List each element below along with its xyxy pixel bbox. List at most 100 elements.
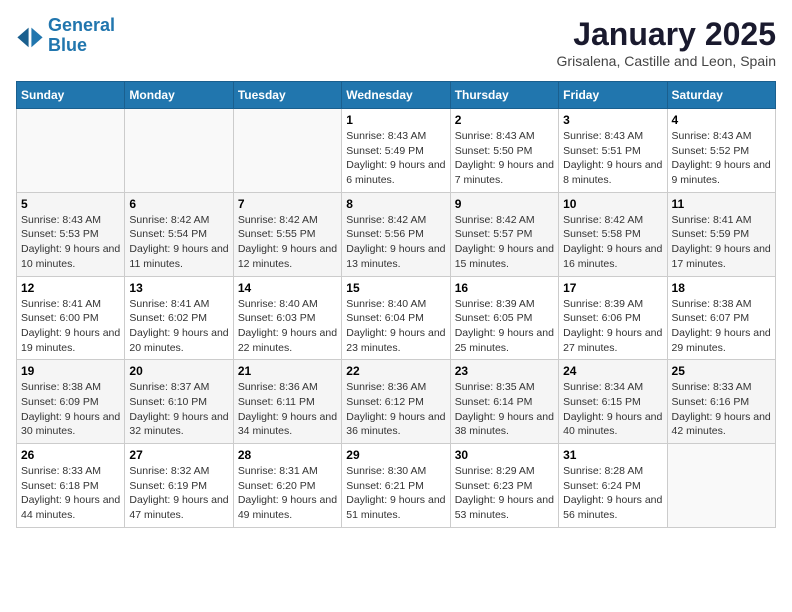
calendar-cell: 20 Sunrise: 8:37 AMSunset: 6:10 PMDayligh… xyxy=(125,360,233,444)
calendar-cell: 21 Sunrise: 8:36 AMSunset: 6:11 PMDayligh… xyxy=(233,360,341,444)
day-info: Sunrise: 8:42 AMSunset: 5:56 PMDaylight:… xyxy=(346,213,445,272)
calendar-cell: 15 Sunrise: 8:40 AMSunset: 6:04 PMDayligh… xyxy=(342,276,450,360)
calendar-cell: 25Sunrise: 8:33 AMSunset: 6:16 PMDayligh… xyxy=(667,360,775,444)
month-title: January 2025 xyxy=(557,16,776,53)
calendar-cell: 26Sunrise: 8:33 AMSunset: 6:18 PMDayligh… xyxy=(17,444,125,528)
day-number: 8 xyxy=(346,197,445,211)
calendar-cell xyxy=(233,109,341,193)
calendar-cell: 2Sunrise: 8:43 AMSunset: 5:50 PMDaylight… xyxy=(450,109,558,193)
week-row-3: 12 Sunrise: 8:41 AMSunset: 6:00 PMDayligh… xyxy=(17,276,776,360)
week-row-5: 26Sunrise: 8:33 AMSunset: 6:18 PMDayligh… xyxy=(17,444,776,528)
logo-text: General Blue xyxy=(48,16,115,56)
day-number: 4 xyxy=(672,113,771,127)
day-info: Sunrise: 8:38 AMSunset: 6:07 PMDaylight:… xyxy=(672,297,771,356)
calendar-cell: 30 Sunrise: 8:29 AMSunset: 6:23 PMDayligh… xyxy=(450,444,558,528)
day-info: Sunrise: 8:39 AMSunset: 6:06 PMDaylight:… xyxy=(563,297,662,356)
calendar-cell: 11Sunrise: 8:41 AMSunset: 5:59 PMDayligh… xyxy=(667,192,775,276)
day-info: Sunrise: 8:29 AMSunset: 6:23 PMDaylight:… xyxy=(455,464,554,523)
calendar-cell: 4 Sunrise: 8:43 AMSunset: 5:52 PMDaylight… xyxy=(667,109,775,193)
calendar-cell xyxy=(667,444,775,528)
calendar-cell xyxy=(125,109,233,193)
day-info: Sunrise: 8:41 AMSunset: 6:00 PMDaylight:… xyxy=(21,297,120,356)
location-subtitle: Grisalena, Castille and Leon, Spain xyxy=(557,53,776,69)
logo: General Blue xyxy=(16,16,115,56)
logo-line2: Blue xyxy=(48,35,87,55)
day-info: Sunrise: 8:42 AMSunset: 5:57 PMDaylight:… xyxy=(455,213,554,272)
calendar-cell: 5Sunrise: 8:43 AMSunset: 5:53 PMDaylight… xyxy=(17,192,125,276)
day-number: 18 xyxy=(672,281,771,295)
day-number: 29 xyxy=(346,448,445,462)
calendar-cell: 14Sunrise: 8:40 AMSunset: 6:03 PMDayligh… xyxy=(233,276,341,360)
day-number: 26 xyxy=(21,448,120,462)
day-info: Sunrise: 8:40 AMSunset: 6:04 PMDaylight:… xyxy=(346,297,445,356)
weekday-monday: Monday xyxy=(125,82,233,109)
day-info: Sunrise: 8:42 AMSunset: 5:58 PMDaylight:… xyxy=(563,213,662,272)
calendar-cell: 18 Sunrise: 8:38 AMSunset: 6:07 PMDayligh… xyxy=(667,276,775,360)
weekday-header-row: SundayMondayTuesdayWednesdayThursdayFrid… xyxy=(17,82,776,109)
weekday-saturday: Saturday xyxy=(667,82,775,109)
day-number: 31 xyxy=(563,448,662,462)
day-number: 17 xyxy=(563,281,662,295)
day-number: 24 xyxy=(563,364,662,378)
week-row-1: 1 Sunrise: 8:43 AMSunset: 5:49 PMDaylight… xyxy=(17,109,776,193)
weekday-wednesday: Wednesday xyxy=(342,82,450,109)
day-number: 21 xyxy=(238,364,337,378)
day-info: Sunrise: 8:28 AMSunset: 6:24 PMDaylight:… xyxy=(563,464,662,523)
day-number: 25 xyxy=(672,364,771,378)
calendar-cell: 23 Sunrise: 8:35 AMSunset: 6:14 PMDayligh… xyxy=(450,360,558,444)
day-info: Sunrise: 8:43 AMSunset: 5:52 PMDaylight:… xyxy=(672,129,771,188)
calendar-table: SundayMondayTuesdayWednesdayThursdayFrid… xyxy=(16,81,776,528)
calendar-cell: 22Sunrise: 8:36 AMSunset: 6:12 PMDayligh… xyxy=(342,360,450,444)
day-number: 3 xyxy=(563,113,662,127)
day-info: Sunrise: 8:34 AMSunset: 6:15 PMDaylight:… xyxy=(563,380,662,439)
day-number: 23 xyxy=(455,364,554,378)
calendar-cell: 7 Sunrise: 8:42 AMSunset: 5:55 PMDaylight… xyxy=(233,192,341,276)
calendar-cell: 17 Sunrise: 8:39 AMSunset: 6:06 PMDayligh… xyxy=(559,276,667,360)
calendar-cell: 8 Sunrise: 8:42 AMSunset: 5:56 PMDaylight… xyxy=(342,192,450,276)
day-info: Sunrise: 8:43 AMSunset: 5:51 PMDaylight:… xyxy=(563,129,662,188)
calendar-cell: 16Sunrise: 8:39 AMSunset: 6:05 PMDayligh… xyxy=(450,276,558,360)
day-info: Sunrise: 8:39 AMSunset: 6:05 PMDaylight:… xyxy=(455,297,554,356)
calendar-cell: 24 Sunrise: 8:34 AMSunset: 6:15 PMDayligh… xyxy=(559,360,667,444)
day-number: 30 xyxy=(455,448,554,462)
day-number: 27 xyxy=(129,448,228,462)
weekday-thursday: Thursday xyxy=(450,82,558,109)
day-info: Sunrise: 8:30 AMSunset: 6:21 PMDaylight:… xyxy=(346,464,445,523)
calendar-cell: 12 Sunrise: 8:41 AMSunset: 6:00 PMDayligh… xyxy=(17,276,125,360)
day-info: Sunrise: 8:42 AMSunset: 5:55 PMDaylight:… xyxy=(238,213,337,272)
calendar-cell: 27 Sunrise: 8:32 AMSunset: 6:19 PMDayligh… xyxy=(125,444,233,528)
day-number: 20 xyxy=(129,364,228,378)
day-info: Sunrise: 8:36 AMSunset: 6:12 PMDaylight:… xyxy=(346,380,445,439)
calendar-cell: 13 Sunrise: 8:41 AMSunset: 6:02 PMDayligh… xyxy=(125,276,233,360)
calendar-cell: 3 Sunrise: 8:43 AMSunset: 5:51 PMDaylight… xyxy=(559,109,667,193)
day-info: Sunrise: 8:35 AMSunset: 6:14 PMDaylight:… xyxy=(455,380,554,439)
weekday-friday: Friday xyxy=(559,82,667,109)
day-info: Sunrise: 8:37 AMSunset: 6:10 PMDaylight:… xyxy=(129,380,228,439)
day-number: 6 xyxy=(129,197,228,211)
day-number: 15 xyxy=(346,281,445,295)
day-info: Sunrise: 8:36 AMSunset: 6:11 PMDaylight:… xyxy=(238,380,337,439)
week-row-2: 5Sunrise: 8:43 AMSunset: 5:53 PMDaylight… xyxy=(17,192,776,276)
calendar-cell: 6Sunrise: 8:42 AMSunset: 5:54 PMDaylight… xyxy=(125,192,233,276)
day-number: 10 xyxy=(563,197,662,211)
day-number: 13 xyxy=(129,281,228,295)
day-number: 14 xyxy=(238,281,337,295)
calendar-cell: 19Sunrise: 8:38 AMSunset: 6:09 PMDayligh… xyxy=(17,360,125,444)
calendar-cell: 28 Sunrise: 8:31 AMSunset: 6:20 PMDayligh… xyxy=(233,444,341,528)
day-number: 9 xyxy=(455,197,554,211)
day-info: Sunrise: 8:41 AMSunset: 6:02 PMDaylight:… xyxy=(129,297,228,356)
day-info: Sunrise: 8:31 AMSunset: 6:20 PMDaylight:… xyxy=(238,464,337,523)
day-number: 12 xyxy=(21,281,120,295)
logo-line1: General xyxy=(48,15,115,35)
day-number: 1 xyxy=(346,113,445,127)
calendar-cell: 29 Sunrise: 8:30 AMSunset: 6:21 PMDayligh… xyxy=(342,444,450,528)
day-info: Sunrise: 8:43 AMSunset: 5:53 PMDaylight:… xyxy=(21,213,120,272)
weekday-tuesday: Tuesday xyxy=(233,82,341,109)
logo-icon xyxy=(16,22,44,50)
day-number: 28 xyxy=(238,448,337,462)
day-number: 7 xyxy=(238,197,337,211)
calendar-cell: 1 Sunrise: 8:43 AMSunset: 5:49 PMDaylight… xyxy=(342,109,450,193)
day-info: Sunrise: 8:43 AMSunset: 5:49 PMDaylight:… xyxy=(346,129,445,188)
page-header: General Blue January 2025 Grisalena, Cas… xyxy=(16,16,776,69)
day-info: Sunrise: 8:32 AMSunset: 6:19 PMDaylight:… xyxy=(129,464,228,523)
